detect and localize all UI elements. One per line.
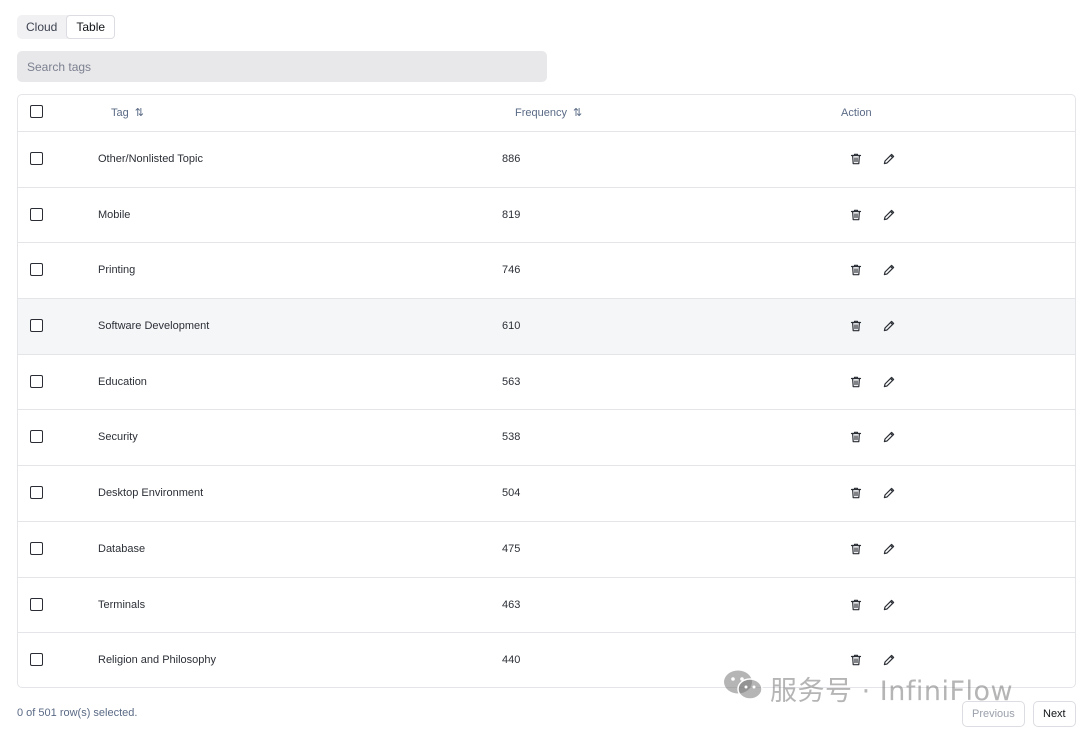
pencil-icon[interactable] bbox=[882, 542, 896, 556]
pencil-icon[interactable] bbox=[882, 486, 896, 500]
table-row: Printing 746 bbox=[18, 243, 1075, 300]
tag-cell: Software Development bbox=[98, 320, 210, 333]
table-row: Education 563 bbox=[18, 355, 1075, 411]
pencil-icon[interactable] bbox=[882, 430, 896, 444]
frequency-cell: 886 bbox=[502, 153, 521, 165]
tag-cell: Terminals bbox=[98, 598, 146, 611]
table-row: Desktop Environment 504 bbox=[18, 466, 1075, 522]
table-row: Database 475 bbox=[18, 522, 1075, 578]
frequency-cell: 475 bbox=[502, 542, 521, 555]
view-toggle-table[interactable]: Table bbox=[66, 15, 116, 39]
tags-table: Tag ⇅ Frequency ⇅ Action Other/Nonlisted… bbox=[17, 94, 1076, 688]
column-header-tag-label: Tag bbox=[111, 107, 129, 119]
column-header-frequency[interactable]: Frequency ⇅ bbox=[515, 95, 582, 131]
trash-icon[interactable] bbox=[849, 263, 863, 277]
table-body: Other/Nonlisted Topic 886 Mobile 819 Printin… bbox=[18, 132, 1075, 687]
row-checkbox[interactable] bbox=[30, 374, 43, 388]
row-checkbox[interactable] bbox=[30, 152, 43, 165]
trash-icon[interactable] bbox=[849, 542, 863, 556]
pencil-icon[interactable] bbox=[882, 208, 896, 222]
table-header: Tag ⇅ Frequency ⇅ Action bbox=[18, 95, 1075, 132]
row-checkbox[interactable] bbox=[30, 263, 43, 277]
view-toggle-cloud[interactable]: Cloud bbox=[17, 15, 66, 39]
previous-button[interactable]: Previous bbox=[962, 701, 1025, 727]
trash-icon[interactable] bbox=[849, 486, 863, 500]
tag-cell: Security bbox=[98, 431, 138, 444]
trash-icon[interactable] bbox=[849, 430, 863, 444]
tag-cell: Desktop Environment bbox=[98, 487, 204, 500]
row-checkbox[interactable] bbox=[30, 430, 43, 444]
frequency-cell: 463 bbox=[502, 598, 521, 611]
trash-icon[interactable] bbox=[849, 375, 863, 389]
trash-icon[interactable] bbox=[849, 319, 863, 333]
tag-cell: Mobile bbox=[98, 208, 131, 221]
tags-page: Cloud Table Tag ⇅ Frequency ⇅ Action Oth… bbox=[0, 0, 1080, 730]
pencil-icon[interactable] bbox=[882, 653, 896, 667]
search-input[interactable] bbox=[17, 51, 547, 82]
table-row: Security 538 bbox=[18, 410, 1075, 467]
trash-icon[interactable] bbox=[849, 598, 863, 612]
pencil-icon[interactable] bbox=[882, 375, 896, 389]
column-header-tag[interactable]: Tag ⇅ bbox=[111, 95, 144, 131]
next-button[interactable]: Next bbox=[1033, 701, 1076, 727]
tag-cell: Printing bbox=[98, 264, 136, 277]
row-checkbox[interactable] bbox=[30, 597, 43, 611]
pencil-icon[interactable] bbox=[882, 319, 896, 333]
row-checkbox[interactable] bbox=[30, 486, 43, 500]
frequency-cell: 610 bbox=[502, 320, 521, 333]
row-checkbox[interactable] bbox=[30, 319, 43, 333]
row-checkbox[interactable] bbox=[30, 207, 43, 221]
pencil-icon[interactable] bbox=[882, 263, 896, 277]
row-checkbox[interactable] bbox=[30, 653, 43, 667]
column-header-frequency-label: Frequency bbox=[515, 107, 567, 119]
frequency-cell: 440 bbox=[502, 654, 521, 667]
sort-icon: ⇅ bbox=[572, 107, 582, 119]
trash-icon[interactable] bbox=[849, 152, 863, 166]
column-header-action-label: Action bbox=[841, 107, 872, 119]
table-row: Software Development 610 bbox=[18, 299, 1075, 355]
view-toggle: Cloud Table bbox=[17, 15, 116, 39]
tag-cell: Education bbox=[98, 375, 147, 388]
trash-icon[interactable] bbox=[849, 653, 863, 667]
tag-cell: Other/Nonlisted Topic bbox=[98, 153, 203, 165]
trash-icon[interactable] bbox=[849, 208, 863, 222]
frequency-cell: 746 bbox=[502, 264, 521, 277]
row-checkbox[interactable] bbox=[30, 541, 43, 555]
column-header-action: Action bbox=[841, 95, 872, 131]
tag-cell: Database bbox=[98, 542, 146, 555]
table-row: Other/Nonlisted Topic 886 bbox=[18, 132, 1075, 188]
pencil-icon[interactable] bbox=[882, 598, 896, 612]
frequency-cell: 538 bbox=[502, 431, 521, 444]
table-row: Mobile 819 bbox=[18, 188, 1075, 244]
sort-icon: ⇅ bbox=[134, 107, 144, 119]
tag-cell: Religion and Philosophy bbox=[98, 654, 217, 667]
frequency-cell: 563 bbox=[502, 375, 521, 388]
select-all-checkbox[interactable] bbox=[30, 105, 43, 118]
pencil-icon[interactable] bbox=[882, 152, 896, 166]
selection-status: 0 of 501 row(s) selected. bbox=[17, 707, 138, 719]
frequency-cell: 819 bbox=[502, 208, 521, 221]
frequency-cell: 504 bbox=[502, 487, 521, 500]
table-row: Terminals 463 bbox=[18, 578, 1075, 634]
table-row: Religion and Philosophy 440 bbox=[18, 633, 1075, 687]
